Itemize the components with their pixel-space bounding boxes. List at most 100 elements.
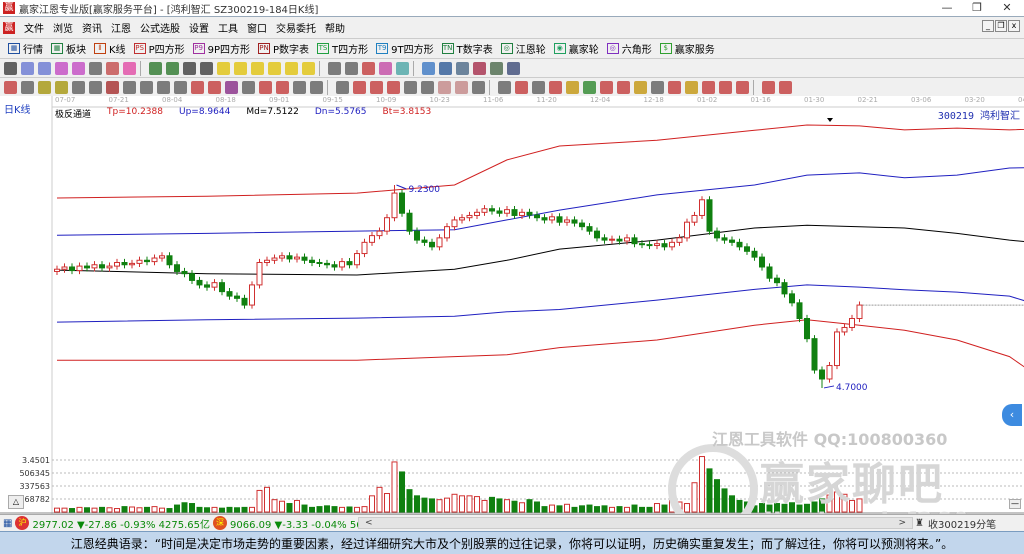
tool-icon[interactable] bbox=[779, 80, 792, 94]
tool-icon[interactable] bbox=[72, 61, 85, 75]
toolbar-button-kline[interactable]: ⫴ K线 bbox=[94, 41, 126, 56]
tool-icon[interactable] bbox=[336, 80, 349, 94]
menu-item[interactable]: 资讯 bbox=[82, 20, 102, 35]
tool-icon[interactable] bbox=[208, 80, 221, 94]
tool-icon[interactable] bbox=[174, 80, 187, 94]
tool-icon[interactable] bbox=[370, 80, 383, 94]
tool-icon[interactable] bbox=[736, 80, 749, 94]
tool-icon[interactable] bbox=[490, 61, 503, 75]
tool-icon[interactable] bbox=[685, 80, 698, 94]
tool-icon[interactable] bbox=[515, 80, 528, 94]
toolbar-button-9t-square[interactable]: T9 9T四方形 bbox=[376, 41, 434, 56]
tool-icon[interactable] bbox=[387, 80, 400, 94]
tool-icon[interactable] bbox=[149, 61, 162, 75]
scroll-right-button[interactable]: > bbox=[898, 518, 906, 528]
tool-icon[interactable] bbox=[345, 61, 358, 75]
calculator-icon[interactable]: ▦ bbox=[3, 518, 12, 529]
tool-icon[interactable] bbox=[583, 80, 596, 94]
tool-icon[interactable] bbox=[4, 61, 17, 75]
maximize-button[interactable]: ❐ bbox=[962, 0, 992, 17]
tool-icon[interactable] bbox=[600, 80, 613, 94]
tool-icon[interactable] bbox=[123, 80, 136, 94]
tool-icon[interactable] bbox=[719, 80, 732, 94]
tool-icon[interactable] bbox=[200, 61, 213, 75]
minimize-button[interactable]: — bbox=[932, 0, 962, 17]
toolbar-button-grid[interactable]: ▦ 行情 bbox=[8, 41, 43, 56]
tool-icon[interactable] bbox=[651, 80, 664, 94]
horizontal-scrollbar[interactable]: < > bbox=[358, 517, 913, 529]
menu-item[interactable]: 窗口 bbox=[247, 20, 267, 35]
tool-icon[interactable] bbox=[438, 80, 451, 94]
mdi-close-button[interactable]: x bbox=[1008, 20, 1020, 32]
toolbar-button-blocks[interactable]: ▦ 板块 bbox=[51, 41, 86, 56]
collapse-panel-button[interactable]: — bbox=[1009, 499, 1021, 509]
tool-icon[interactable] bbox=[456, 61, 469, 75]
mdi-restore-button[interactable]: ❐ bbox=[995, 20, 1007, 32]
toolbar-button-t-table[interactable]: TN T数字表 bbox=[441, 41, 493, 56]
tool-icon[interactable] bbox=[217, 61, 230, 75]
tool-icon[interactable] bbox=[183, 61, 196, 75]
menu-item[interactable]: 帮助 bbox=[325, 20, 345, 35]
tool-icon[interactable] bbox=[38, 80, 51, 94]
tool-icon[interactable] bbox=[55, 80, 68, 94]
tool-icon[interactable] bbox=[439, 61, 452, 75]
tool-icon[interactable] bbox=[310, 80, 323, 94]
tool-icon[interactable] bbox=[276, 80, 289, 94]
close-button[interactable]: ✕ bbox=[992, 0, 1022, 17]
menu-item[interactable]: 浏览 bbox=[53, 20, 73, 35]
tool-icon[interactable] bbox=[242, 80, 255, 94]
toolbar-button-hexagon[interactable]: ◎ 六角形 bbox=[606, 41, 652, 56]
tool-icon[interactable] bbox=[21, 61, 34, 75]
tool-icon[interactable] bbox=[123, 61, 136, 75]
expand-panel-button[interactable]: △ bbox=[8, 495, 24, 509]
tool-icon[interactable] bbox=[166, 61, 179, 75]
tool-icon[interactable] bbox=[38, 61, 51, 75]
tool-icon[interactable] bbox=[106, 80, 119, 94]
tool-icon[interactable] bbox=[566, 80, 579, 94]
toolbar-button-9p-square[interactable]: P9 9P四方形 bbox=[192, 41, 250, 56]
tool-icon[interactable] bbox=[268, 61, 281, 75]
shanghai-index[interactable]: 2977.02 ▼-27.86 -0.93% 4275.65亿 bbox=[32, 516, 210, 531]
tool-icon[interactable] bbox=[668, 80, 681, 94]
toolbar-button-winner-wheel[interactable]: ◉ 赢家轮 bbox=[553, 41, 599, 56]
tool-icon[interactable] bbox=[762, 80, 775, 94]
tool-icon[interactable] bbox=[507, 61, 520, 75]
menu-item[interactable]: 交易委托 bbox=[276, 20, 316, 35]
tool-icon[interactable] bbox=[421, 80, 434, 94]
tool-icon[interactable] bbox=[396, 61, 409, 75]
tool-icon[interactable] bbox=[634, 80, 647, 94]
scroll-left-button[interactable]: < bbox=[365, 518, 373, 528]
tool-icon[interactable] bbox=[472, 80, 485, 94]
tool-icon[interactable] bbox=[362, 61, 375, 75]
tool-icon[interactable] bbox=[89, 80, 102, 94]
tool-icon[interactable] bbox=[21, 80, 34, 94]
tool-icon[interactable] bbox=[455, 80, 468, 94]
tool-icon[interactable] bbox=[532, 80, 545, 94]
tool-icon[interactable] bbox=[157, 80, 170, 94]
tool-icon[interactable] bbox=[225, 80, 238, 94]
tool-icon[interactable] bbox=[285, 61, 298, 75]
mdi-minimize-button[interactable]: _ bbox=[982, 20, 994, 32]
tool-icon[interactable] bbox=[259, 80, 272, 94]
tool-icon[interactable] bbox=[4, 80, 17, 94]
menu-item[interactable]: 设置 bbox=[189, 20, 209, 35]
tool-icon[interactable] bbox=[498, 80, 511, 94]
toolbar-button-p-square[interactable]: PS P四方形 bbox=[133, 41, 185, 56]
menu-item[interactable]: 江恩 bbox=[111, 20, 131, 35]
menu-item[interactable]: 工具 bbox=[218, 20, 238, 35]
menu-item[interactable]: 文件 bbox=[24, 20, 44, 35]
tool-icon[interactable] bbox=[251, 61, 264, 75]
tool-icon[interactable] bbox=[353, 80, 366, 94]
tool-icon[interactable] bbox=[191, 80, 204, 94]
tool-icon[interactable] bbox=[379, 61, 392, 75]
tool-icon[interactable] bbox=[234, 61, 247, 75]
tool-icon[interactable] bbox=[89, 61, 102, 75]
toolbar-button-p-table[interactable]: PN P数字表 bbox=[258, 41, 309, 56]
toolbar-button-gann-wheel[interactable]: ◎ 江恩轮 bbox=[500, 41, 546, 56]
tool-icon[interactable] bbox=[106, 61, 119, 75]
toolbar-button-dollar[interactable]: $ 赢家服务 bbox=[659, 41, 715, 56]
tool-icon[interactable] bbox=[422, 61, 435, 75]
menu-item[interactable]: 公式选股 bbox=[140, 20, 180, 35]
tool-icon[interactable] bbox=[328, 61, 341, 75]
tool-icon[interactable] bbox=[702, 80, 715, 94]
